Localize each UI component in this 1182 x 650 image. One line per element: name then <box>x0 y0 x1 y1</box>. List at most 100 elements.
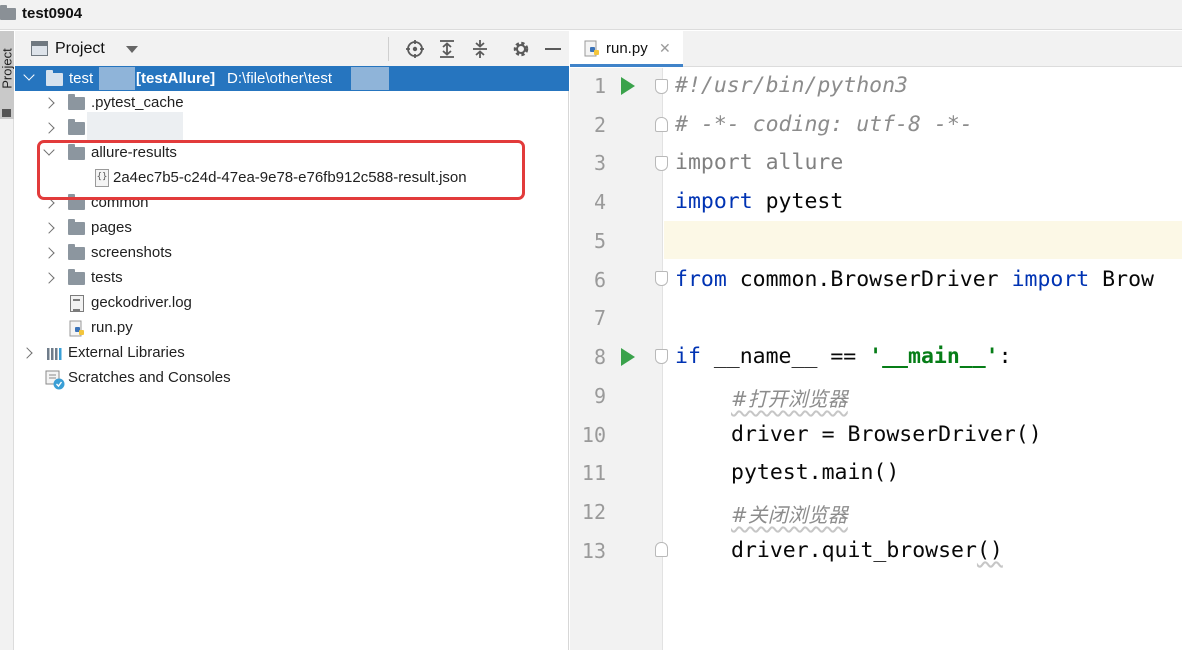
fold-marker-icon[interactable] <box>655 79 668 94</box>
keyword: from <box>675 267 727 292</box>
code-line-11: pytest.main() <box>731 460 900 485</box>
tree-row-external-libraries[interactable]: External Libraries <box>15 341 569 366</box>
collapse-all-icon[interactable] <box>470 39 490 59</box>
current-line-highlight <box>664 221 1182 259</box>
settings-icon[interactable] <box>511 39 531 59</box>
scratches-icon <box>45 370 65 390</box>
root-path: D:\file\other\test <box>227 70 333 87</box>
close-icon[interactable]: ✕ <box>659 40 671 57</box>
annotation-highlight-box <box>37 140 525 200</box>
library-icon <box>47 348 62 360</box>
fold-marker-icon[interactable] <box>655 542 668 557</box>
chevron-right-icon[interactable] <box>43 97 55 109</box>
project-panel: Project test [testAllure] D:\file\other\… <box>15 31 569 650</box>
line-number: 7 <box>593 306 606 330</box>
line-number: 8 <box>593 345 606 369</box>
code-line-8: if __name__ == '__main__': <box>675 344 1012 369</box>
window-title: test0904 <box>22 5 83 22</box>
code-text: pytest <box>752 189 844 214</box>
tree-item-label: .pytest_cache <box>91 94 184 111</box>
run-icon[interactable] <box>621 348 635 366</box>
line-number: 2 <box>593 113 606 137</box>
locate-icon[interactable] <box>405 39 425 59</box>
run-icon[interactable] <box>621 77 635 95</box>
line-number: 12 <box>581 500 606 524</box>
line-number: 1 <box>593 74 606 98</box>
chevron-right-icon[interactable] <box>43 222 55 234</box>
code-text: common.BrowserDriver <box>726 267 1012 292</box>
expand-all-icon[interactable] <box>437 39 457 59</box>
tree-row-redacted[interactable] <box>15 112 569 141</box>
folder-icon <box>68 244 85 260</box>
log-file-icon <box>70 295 84 312</box>
code-text: driver.quit_browser <box>731 538 977 563</box>
code-line-3: import allure <box>675 150 843 175</box>
line-number: 9 <box>593 384 606 408</box>
chevron-right-icon[interactable] <box>43 122 55 134</box>
tree-row-pages[interactable]: pages <box>15 216 569 241</box>
project-tool-button[interactable]: Project <box>0 31 15 119</box>
folder-icon <box>68 219 85 235</box>
tree-item-label: geckodriver.log <box>91 294 192 311</box>
tab-run-py[interactable]: run.py ✕ <box>570 31 683 67</box>
code-line-13: driver.quit_browser() <box>731 538 1003 563</box>
line-number: 4 <box>593 190 606 214</box>
redacted-text <box>351 67 389 90</box>
tree-item-label: tests <box>91 269 123 286</box>
title-bar: test0904 <box>0 0 1182 30</box>
keyword: if <box>675 344 701 369</box>
redacted-text <box>87 112 183 140</box>
keyword: import <box>675 150 753 175</box>
code-text: Brow <box>1089 267 1154 292</box>
code-text: allure <box>752 150 844 175</box>
line-number: 6 <box>593 268 606 292</box>
fold-marker-icon[interactable] <box>655 156 668 171</box>
line-number: 13 <box>581 539 606 563</box>
project-view-icon <box>31 41 48 56</box>
code-line-6: from common.BrowserDriver import Brow <box>675 267 1154 292</box>
root-module: [testAllure] <box>136 70 216 87</box>
tree-root-row[interactable]: test [testAllure] D:\file\other\test <box>15 66 569 91</box>
fold-marker-icon[interactable] <box>655 271 668 286</box>
folder-icon <box>0 5 16 20</box>
python-file-icon <box>69 320 84 337</box>
root-name: test <box>69 70 94 87</box>
project-view-title[interactable]: Project <box>55 40 105 58</box>
code-text: __name__ == <box>700 344 870 369</box>
code-line-10: driver = BrowserDriver() <box>731 422 1042 447</box>
folder-icon <box>68 269 85 285</box>
chevron-right-icon[interactable] <box>43 247 55 259</box>
keyword: import <box>675 189 753 214</box>
chevron-right-icon[interactable] <box>21 347 33 359</box>
folder-icon <box>68 94 85 110</box>
line-number: 10 <box>581 423 606 447</box>
tool-window-stripe: Project <box>0 31 15 650</box>
folder-icon <box>68 119 85 135</box>
code-text: () <box>976 538 1003 563</box>
line-number: 11 <box>581 461 606 485</box>
chevron-down-icon[interactable] <box>23 69 35 81</box>
code-line-1: #!/usr/bin/python3 <box>675 73 908 98</box>
tree-item-label: run.py <box>91 319 133 336</box>
scratches-label: Scratches and Consoles <box>68 369 231 386</box>
toolbar-separator <box>388 37 389 61</box>
code-text: : <box>998 344 1012 369</box>
chevron-down-icon[interactable] <box>126 46 138 53</box>
folder-icon <box>46 70 63 86</box>
code-line-9: #打开浏览器 <box>731 387 848 411</box>
chevron-right-icon[interactable] <box>43 272 55 284</box>
line-number: 3 <box>593 151 606 175</box>
fold-marker-icon[interactable] <box>655 349 668 364</box>
tree-item-label: screenshots <box>91 244 172 261</box>
fold-marker-icon[interactable] <box>655 117 668 132</box>
folder-icon <box>2 109 11 117</box>
project-tool-label: Project <box>0 48 15 89</box>
tree-row-tests[interactable]: tests <box>15 266 569 291</box>
tree-row-scratches[interactable]: Scratches and Consoles <box>15 366 569 391</box>
minimize-icon[interactable] <box>543 39 563 59</box>
tree-row-run-py[interactable]: run.py <box>15 316 569 341</box>
string-literal: '__main__' <box>869 344 999 369</box>
tree-row-screenshots[interactable]: screenshots <box>15 241 569 266</box>
tree-row-geckodriver-log[interactable]: geckodriver.log <box>15 291 569 316</box>
redacted-text <box>99 67 135 90</box>
